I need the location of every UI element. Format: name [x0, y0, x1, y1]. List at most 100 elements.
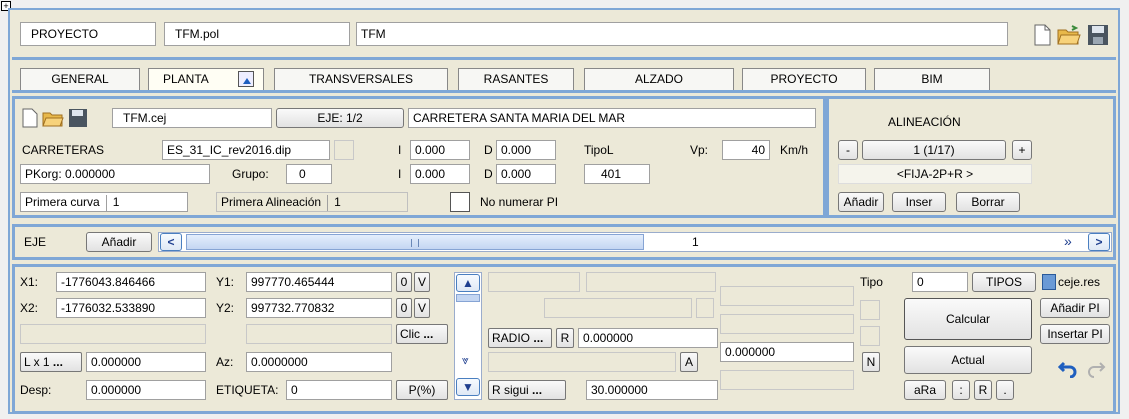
d1-field[interactable]: 0.000	[496, 140, 556, 160]
res-file-icon[interactable]	[1042, 274, 1056, 290]
new-axis-file-icon[interactable]	[22, 108, 38, 128]
planta-tab-icon[interactable]	[238, 71, 254, 87]
az-field[interactable]: 0.0000000	[246, 352, 392, 372]
save-icon[interactable]	[1087, 24, 1109, 46]
carreteras-label: CARRETERAS	[22, 143, 105, 157]
scroll-right-arrow[interactable]: >	[1088, 233, 1110, 251]
empty-field-h	[720, 314, 854, 334]
radio-button[interactable]: RADIO ...	[488, 328, 552, 348]
open-folder-icon[interactable]	[1057, 24, 1081, 46]
section-label: PROYECTO	[20, 22, 156, 46]
dot-button[interactable]: .	[996, 380, 1014, 400]
x1-field[interactable]: -1776043.846466	[56, 272, 206, 292]
no-numerar-checkbox[interactable]	[450, 192, 470, 212]
alignment-type-field: <FIJA-2P+R >	[838, 164, 1032, 184]
rsigui-field[interactable]: 30.000000	[586, 380, 718, 400]
undo-icon[interactable]	[1058, 358, 1078, 378]
alignment-counter-button[interactable]: 1 (1/17)	[862, 140, 1006, 160]
empty-field-k	[860, 300, 880, 320]
tab-rasantes[interactable]: RASANTES	[458, 68, 574, 90]
grupo-field[interactable]: 0	[286, 164, 332, 184]
carreteras-browse-box[interactable]	[334, 140, 354, 160]
carreteras-file-field[interactable]: ES_31_IC_rev2016.dip	[162, 140, 330, 160]
v2-button[interactable]: V	[414, 298, 430, 318]
mid-value-field[interactable]: 0.000000	[720, 342, 854, 362]
az-label: Az:	[216, 355, 234, 369]
scroll-up-arrow[interactable]: ▲	[456, 274, 480, 292]
tipol-field[interactable]: 401	[584, 164, 650, 184]
calcular-button[interactable]: Calcular	[904, 298, 1032, 340]
project-name-field[interactable]: TFM	[356, 22, 1008, 46]
radio-field[interactable]: 0.000000	[578, 328, 718, 348]
tab-alzado[interactable]: ALZADO	[584, 68, 734, 90]
zero2-button[interactable]: 0	[396, 298, 412, 318]
colon-button[interactable]: :	[952, 380, 970, 400]
tab-transversales[interactable]: TRANSVERSALES	[274, 68, 448, 90]
a-button[interactable]: A	[680, 352, 698, 372]
eje-add-button[interactable]: Añadir	[86, 232, 152, 252]
alignment-delete-button[interactable]: Borrar	[956, 192, 1020, 212]
i-label-2: I	[398, 167, 402, 181]
axis-file-field[interactable]: TFM.cej	[112, 108, 272, 128]
primera-alineacion-box[interactable]: Primera Alineación 1	[216, 192, 408, 212]
save-axis-icon[interactable]	[68, 108, 88, 128]
open-axis-folder-icon[interactable]	[42, 108, 64, 128]
clic-button[interactable]: Clic ...	[396, 324, 448, 344]
primera-alineacion-value: 1	[334, 195, 341, 209]
scroll-down-arrow[interactable]: ▼	[456, 378, 480, 396]
project-file-field[interactable]: TFM.pol	[164, 22, 350, 46]
i-label-1: I	[398, 143, 402, 157]
v1-button[interactable]: V	[414, 272, 430, 292]
alignment-add-button[interactable]: Añadir	[838, 192, 884, 212]
desp-field[interactable]: 0.000000	[86, 380, 206, 400]
r-right-button[interactable]: R	[974, 380, 992, 400]
r-button[interactable]: R	[556, 328, 574, 348]
primera-curva-box[interactable]: Primera curva 1	[20, 192, 188, 212]
fast-forward-icon[interactable]: »	[1064, 231, 1072, 251]
rsigui-button[interactable]: R sigui ...	[488, 380, 566, 400]
i2-field[interactable]: 0.000	[410, 164, 470, 184]
n-button[interactable]: N	[862, 352, 880, 372]
tab-general[interactable]: GENERAL	[20, 68, 140, 90]
ara-button[interactable]: aRa	[904, 380, 946, 400]
tab-proyecto[interactable]: PROYECTO	[742, 68, 866, 90]
tipos-button[interactable]: TIPOS	[972, 272, 1036, 292]
alignment-next-button[interactable]: +	[1012, 140, 1032, 160]
tab-bim[interactable]: BIM	[874, 68, 990, 90]
redo-icon[interactable]	[1086, 358, 1106, 378]
lx1-dots: ...	[52, 355, 63, 369]
eje-selector-button[interactable]: EJE: 1/2	[276, 108, 404, 128]
new-file-icon[interactable]	[1033, 24, 1051, 46]
percent-button[interactable]: P(%)	[396, 380, 448, 400]
grupo-label: Grupo:	[232, 167, 269, 181]
empty-field-g	[720, 286, 854, 306]
scroll-down-fast-icon[interactable]: ⩔	[462, 350, 469, 370]
road-name-field[interactable]: CARRETERA SANTA MARIA DEL MAR	[408, 108, 816, 128]
lx1-field[interactable]: 0.000000	[86, 352, 206, 372]
alignment-insert-button[interactable]: Inser	[892, 192, 946, 212]
scroll-thumb[interactable]	[186, 234, 644, 250]
etiqueta-field[interactable]: 0	[286, 380, 392, 400]
vp-unit-label: Km/h	[780, 143, 809, 157]
actual-button[interactable]: Actual	[904, 346, 1032, 374]
lx1-button[interactable]: L x 1 ...	[20, 352, 82, 372]
empty-field-c	[488, 272, 580, 292]
anadir-pi-button[interactable]: Añadir PI	[1040, 298, 1110, 318]
empty-field-e	[544, 298, 692, 318]
vp-field[interactable]: 40	[722, 140, 770, 160]
y2-field[interactable]: 997732.770832	[246, 298, 392, 318]
d-label-1: D	[484, 143, 493, 157]
insertar-pi-button[interactable]: Insertar PI	[1040, 324, 1110, 344]
tipo-field[interactable]: 0	[912, 272, 968, 292]
zero1-button[interactable]: 0	[396, 272, 412, 292]
pkorg-field[interactable]: PKorg: 0.000000	[20, 164, 210, 184]
vertical-thumb[interactable]	[456, 294, 480, 302]
x2-field[interactable]: -1776032.533890	[56, 298, 206, 318]
scroll-left-arrow[interactable]: <	[160, 233, 182, 251]
d2-field[interactable]: 0.000	[496, 164, 556, 184]
y1-field[interactable]: 997770.465444	[246, 272, 392, 292]
x1-label: X1:	[20, 275, 39, 289]
alignment-prev-button[interactable]: -	[838, 140, 858, 160]
res-file-label[interactable]: ceje.res	[1058, 272, 1100, 292]
i1-field[interactable]: 0.000	[410, 140, 470, 160]
